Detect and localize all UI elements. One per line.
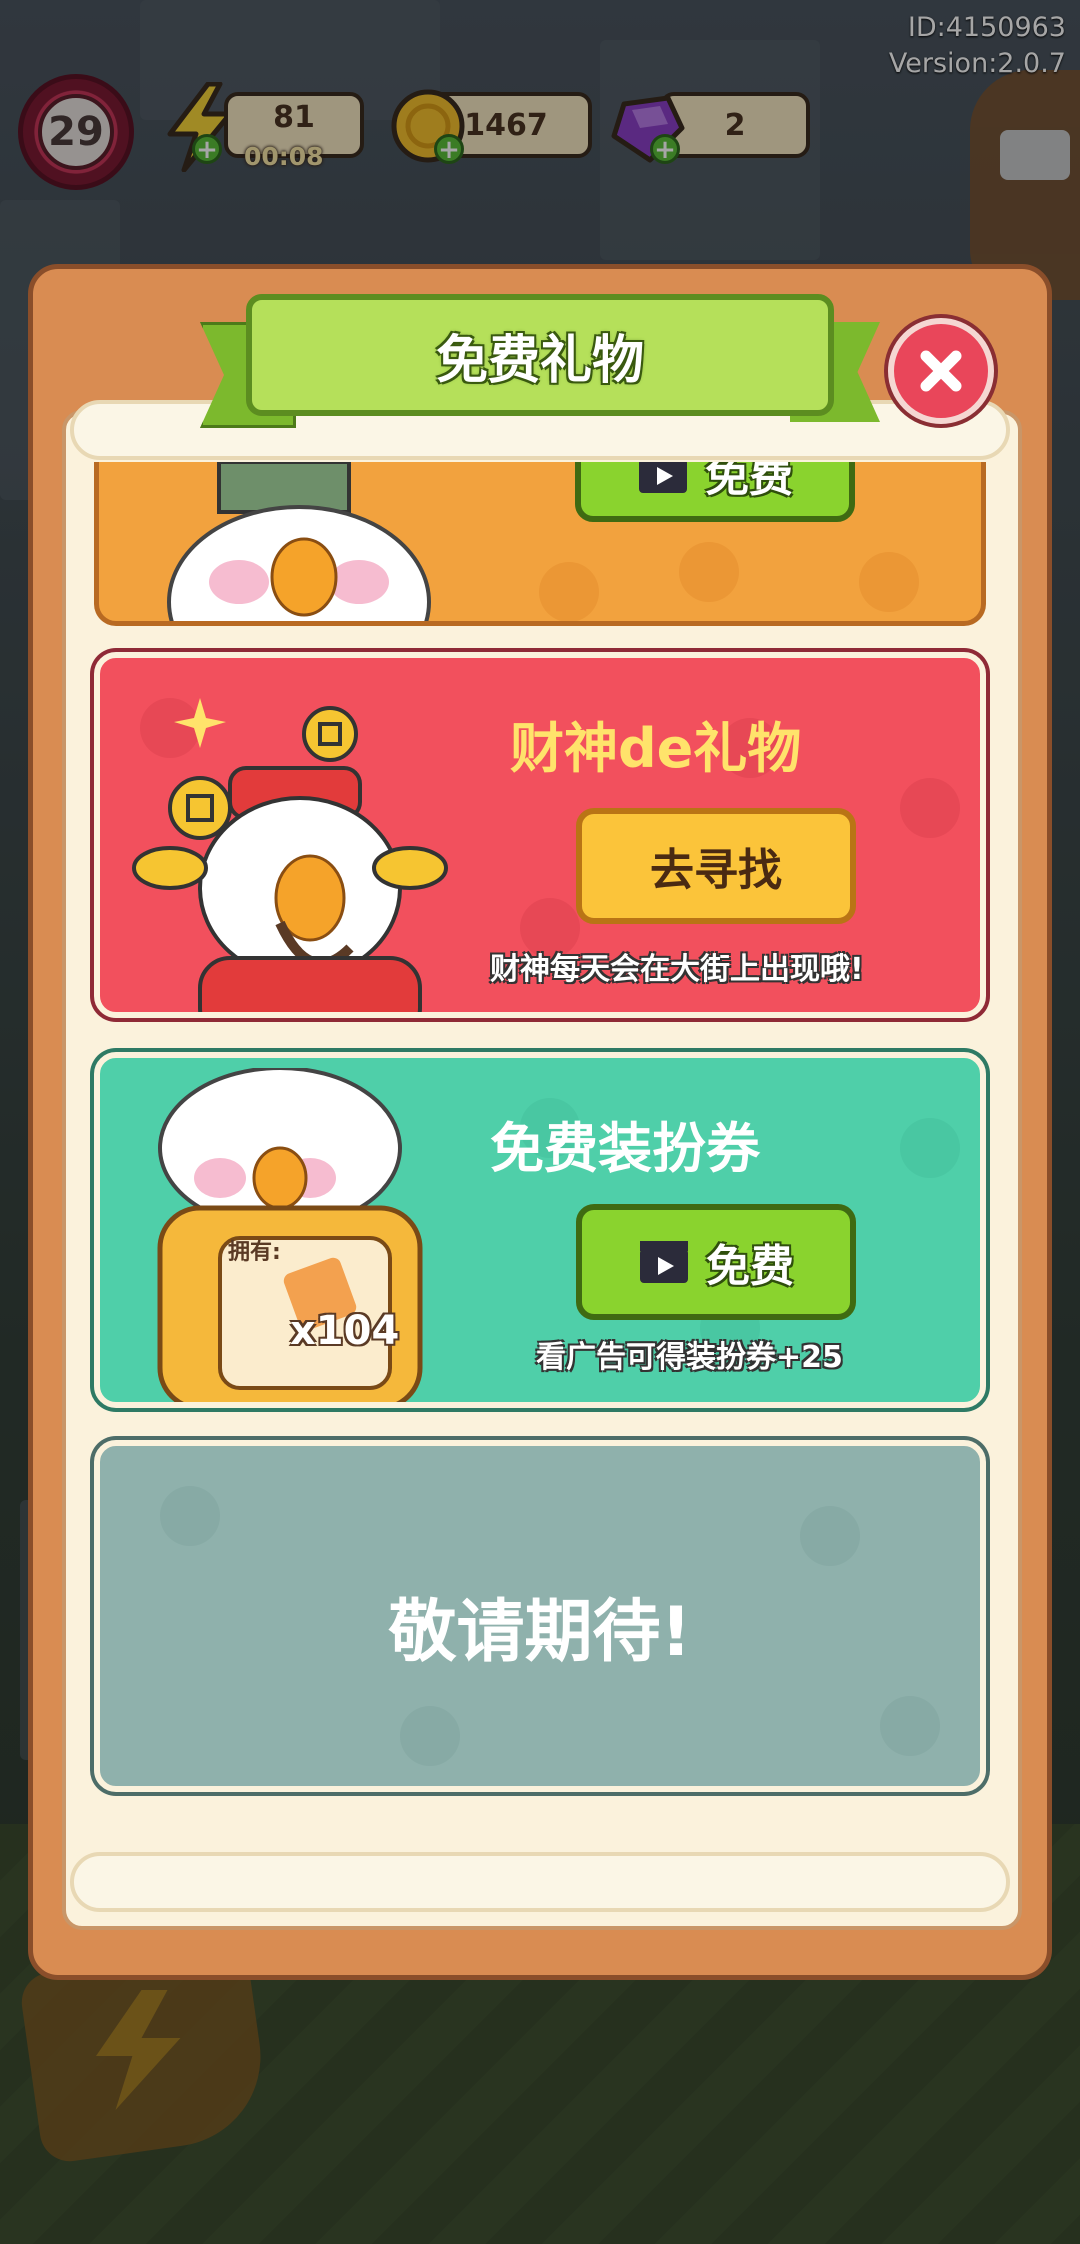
close-icon	[920, 350, 962, 392]
scroll-edge-bottom	[70, 1852, 1010, 1912]
duck-mascot-icon	[167, 462, 431, 621]
coming-soon-card: 敬请期待!	[94, 1440, 986, 1792]
free-costume-ticket-card: 拥有: x104 免费装扮券 免费 看广告可得装扮券+25	[94, 1052, 986, 1408]
god-of-wealth-card: 财神de礼物 去寻找 财神每天会在大街上出现哦!	[94, 652, 986, 1018]
free-ticket-button[interactable]: 免费	[576, 1204, 856, 1320]
god-of-wealth-title: 财神de礼物	[510, 717, 802, 780]
card1-button-label: 免费	[705, 462, 793, 502]
go-find-button[interactable]: 去寻找	[576, 808, 856, 924]
owned-label: 拥有:	[228, 1240, 281, 1265]
god-of-wealth-hint: 财神每天会在大街上出现哦!	[490, 952, 864, 987]
free-ticket-hint: 看广告可得装扮券+25	[536, 1340, 843, 1375]
go-find-label: 去寻找	[650, 845, 782, 896]
owned-count: x104	[290, 1308, 400, 1354]
close-button[interactable]	[888, 318, 994, 424]
card1-free-button[interactable]: 免费	[575, 462, 855, 522]
duck-on-tv-icon	[157, 1068, 423, 1402]
video-icon	[637, 462, 689, 495]
gift-card-partial: 免费	[94, 462, 986, 626]
coming-soon-title: 敬请期待!	[388, 1593, 692, 1672]
dialog-title: 免费礼物	[246, 294, 834, 416]
video-icon	[638, 1239, 690, 1285]
free-costume-ticket-title: 免费装扮券	[490, 1117, 760, 1180]
god-of-wealth-icon	[132, 698, 448, 1012]
free-ticket-label: 免费	[706, 1241, 794, 1292]
